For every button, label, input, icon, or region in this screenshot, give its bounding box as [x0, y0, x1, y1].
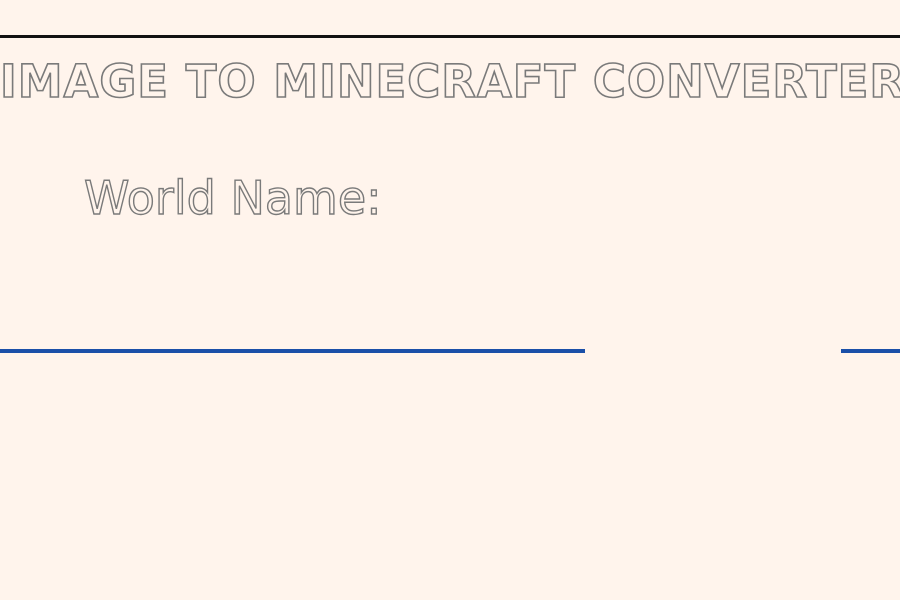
world-name-input-underline	[0, 349, 585, 353]
page-title: IMAGE TO MINECRAFT CONVERTER	[0, 54, 900, 109]
world-name-input-underline-continuation	[841, 349, 900, 353]
world-name-input[interactable]	[0, 290, 585, 348]
header-divider	[0, 35, 900, 38]
world-name-label: World Name:	[83, 170, 382, 225]
